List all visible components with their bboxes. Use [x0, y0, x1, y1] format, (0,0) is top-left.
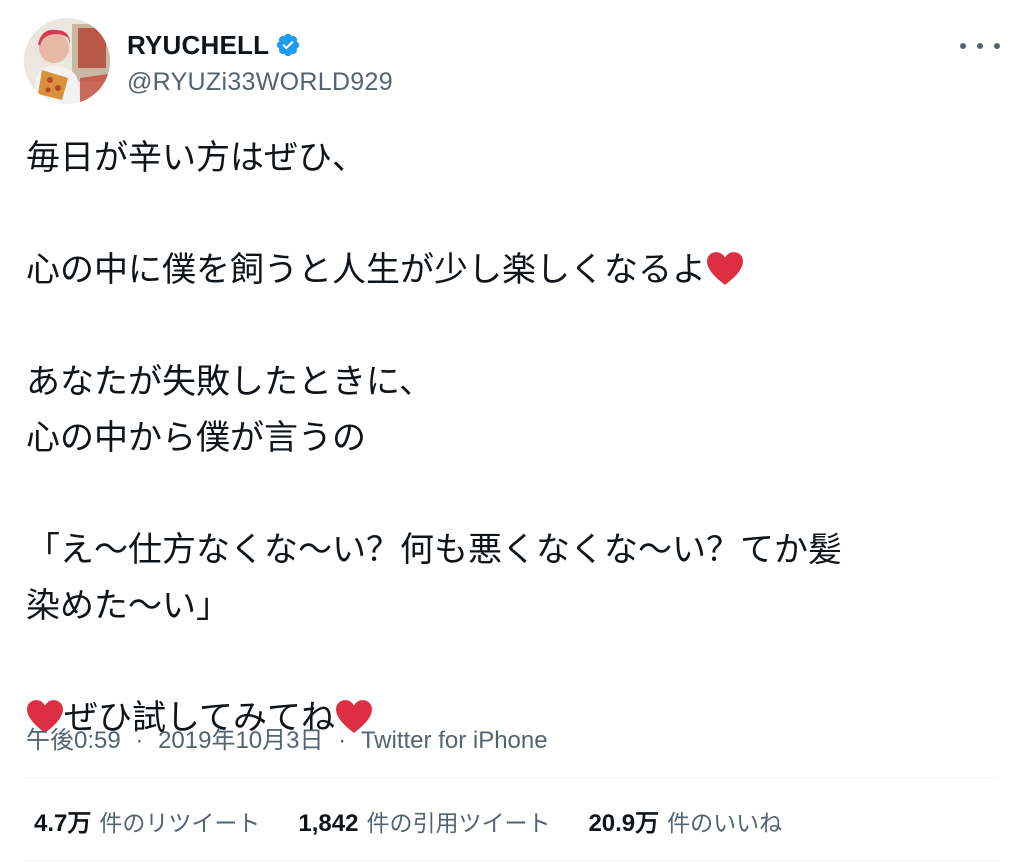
avatar[interactable]: [24, 18, 110, 104]
quote-tweets-count: 1,842: [298, 810, 359, 837]
divider: [24, 777, 999, 778]
likes-label: 件のいいね: [667, 811, 783, 837]
user-names: RYUCHELL @RYUZi33WORLD929: [127, 28, 393, 97]
likes-count: 20.9万: [588, 810, 660, 837]
retweets-count: 4.7万: [34, 810, 92, 837]
quote-tweets-stat[interactable]: 1,842 件の引用ツイート: [298, 804, 550, 838]
tweet-line-text: あなたが失敗したときに、: [26, 362, 433, 402]
tweet-detail: RYUCHELL @RYUZi33WORLD929 毎日が辛い方はぜひ、心の中に…: [0, 0, 1024, 868]
tweet-line: 心の中から僕が言うの: [26, 410, 1001, 466]
tweet-date[interactable]: 2019年10月3日: [158, 727, 323, 754]
more-dot: [960, 43, 966, 49]
tweet-stats: 4.7万 件のリツイート 1,842 件の引用ツイート 20.9万 件のいいね: [34, 803, 820, 838]
profile-photo-icon: [24, 18, 110, 104]
tweet-line-text: 心の中から僕が言うの: [26, 418, 366, 458]
tweet-source-link[interactable]: Twitter for iPhone: [361, 727, 548, 754]
user-handle[interactable]: @RYUZi33WORLD929: [127, 68, 393, 97]
tweet-line: あなたが失敗したときに、: [26, 354, 1001, 410]
tweet-text: 毎日が辛い方はぜひ、心の中に僕を飼うと人生が少し楽しくなるよ あなたが失敗したとき…: [26, 130, 1001, 746]
retweets-label: 件のリツイート: [99, 811, 261, 837]
verified-badge-icon: [275, 32, 301, 58]
likes-stat[interactable]: 20.9万 件のいいね: [588, 803, 782, 838]
meta-separator: ·: [135, 727, 144, 754]
retweets-stat[interactable]: 4.7万 件のリツイート: [34, 803, 260, 838]
tweet-line: [26, 186, 1001, 242]
more-options-icon[interactable]: [960, 36, 1000, 56]
quote-tweets-label: 件の引用ツイート: [366, 811, 551, 837]
tweet-line-text: 毎日が辛い方はぜひ、: [26, 138, 366, 178]
heart-emoji-icon: [706, 248, 744, 285]
tweet-line-text: 染めた〜い」: [26, 586, 230, 626]
more-dot: [994, 43, 1000, 49]
tweet-line-text: 心の中に僕を飼うと人生が少し楽しくなるよ: [26, 250, 706, 290]
tweet-line: 心の中に僕を飼うと人生が少し楽しくなるよ: [26, 242, 1001, 298]
meta-separator: ·: [338, 727, 347, 754]
tweet-line: 毎日が辛い方はぜひ、: [26, 130, 1001, 186]
more-dot: [977, 43, 983, 49]
tweet-line: 「え〜仕方なくな〜い？何も悪くなくな〜い？てか髪: [26, 522, 1001, 578]
divider: [24, 860, 999, 861]
tweet-header: RYUCHELL @RYUZi33WORLD929: [24, 18, 1004, 108]
tweet-line: 染めた〜い」: [26, 578, 1001, 634]
tweet-line: [26, 634, 1001, 690]
tweet-time[interactable]: 午後0:59: [26, 727, 121, 754]
tweet-line: [26, 298, 1001, 354]
tweet-line-text: 「え〜仕方なくな〜い？何も悪くなくな〜い？てか髪: [26, 530, 842, 570]
tweet-line: [26, 466, 1001, 522]
display-name-row: RYUCHELL: [127, 28, 393, 62]
display-name[interactable]: RYUCHELL: [127, 30, 269, 61]
tweet-meta: 午後0:59 · 2019年10月3日 · Twitter for iPhone: [26, 720, 548, 755]
